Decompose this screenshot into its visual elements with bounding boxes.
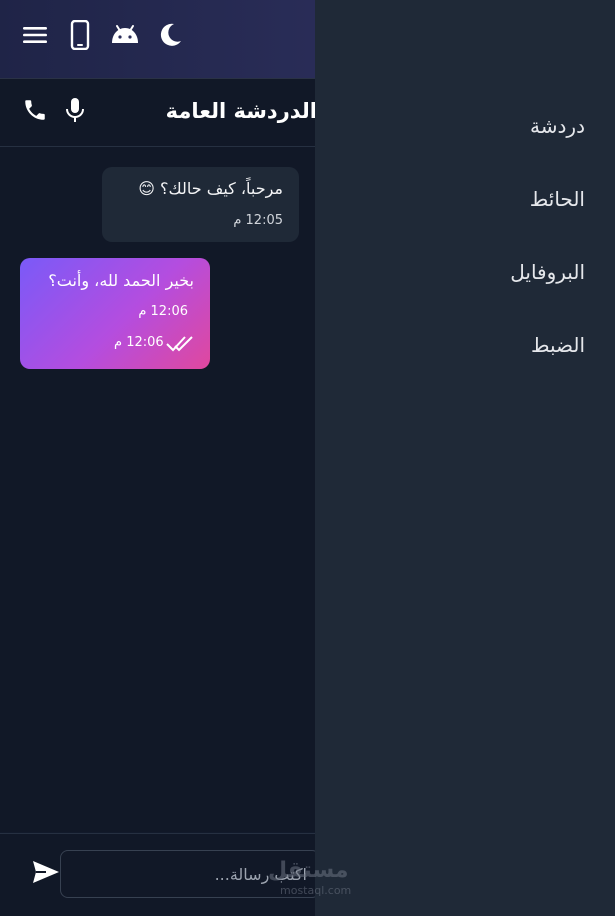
- watermark-latin: mostaql.com: [280, 884, 352, 897]
- message-outgoing[interactable]: بخير الحمد لله، وأنت؟ 12:06 م 12:06 م: [20, 258, 210, 369]
- watermark-arabic: مستقل: [268, 858, 349, 883]
- message-text: مرحباً، كيف حالك؟ 😊: [138, 179, 283, 198]
- phone-icon[interactable]: [20, 95, 50, 125]
- drawer-item-chat[interactable]: دردشة: [530, 114, 585, 138]
- message-time: 12:05 م: [233, 213, 283, 228]
- message-incoming[interactable]: مرحباً، كيف حالك؟ 😊 12:05 م: [102, 167, 299, 242]
- message-text: بخير الحمد لله، وأنت؟: [48, 271, 194, 290]
- watermark-logo: مستقل mostaql.com: [268, 858, 352, 898]
- message-time: 12:06 م: [138, 304, 188, 319]
- moon-icon[interactable]: [155, 20, 185, 50]
- chat-title: الدردشة العامة: [165, 99, 317, 123]
- smartphone-icon[interactable]: [65, 20, 95, 50]
- drawer-item-settings[interactable]: الضبط: [531, 333, 585, 357]
- drawer-item-wall[interactable]: الحائط: [530, 187, 585, 211]
- android-icon[interactable]: [110, 20, 140, 50]
- drawer-item-profile[interactable]: البروفايل: [510, 260, 585, 284]
- send-icon[interactable]: [30, 856, 62, 888]
- app-root: الدردشة العامة مرحباً، كيف حالك؟ 😊 12:05…: [0, 0, 615, 916]
- side-drawer: دردشة الحائط البروفايل الضبط: [315, 0, 615, 916]
- message-status-time: 12:06 م: [114, 335, 164, 350]
- microphone-icon[interactable]: [60, 95, 90, 125]
- menu-icon[interactable]: [20, 20, 50, 50]
- double-check-icon: [165, 334, 195, 354]
